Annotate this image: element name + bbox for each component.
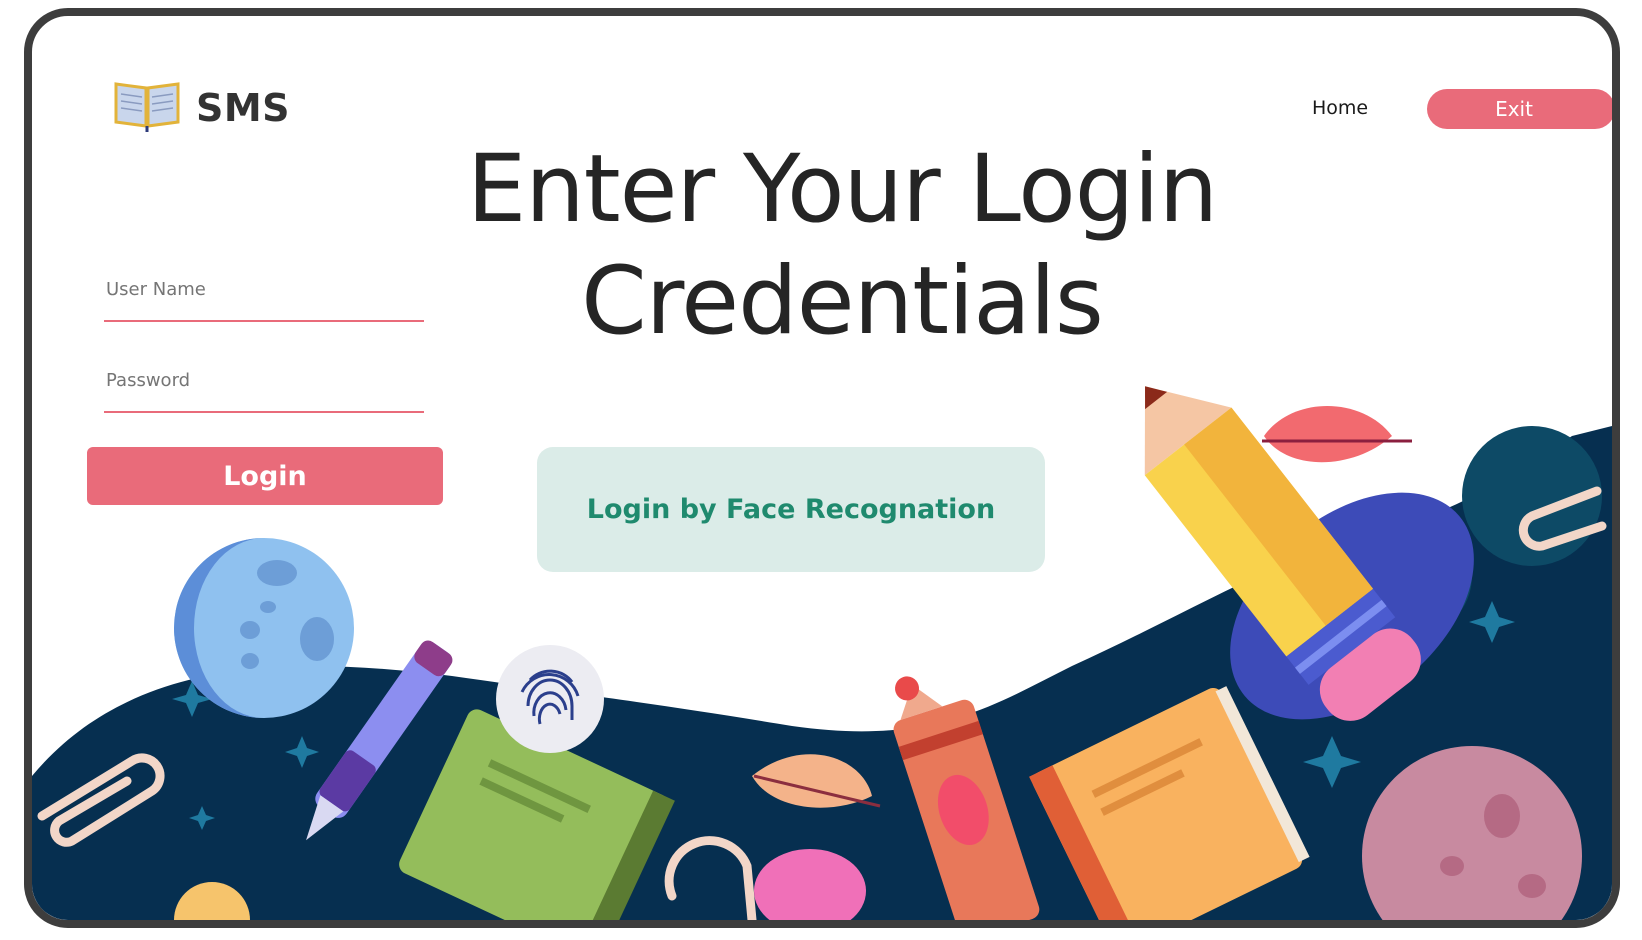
page-title-line2: Credentials (581, 247, 1104, 356)
fingerprint-emblem (496, 645, 604, 753)
password-field-wrapper (104, 362, 424, 413)
page-title: Enter Your Login Credentials (412, 134, 1272, 358)
password-input[interactable] (104, 362, 424, 413)
username-input[interactable] (104, 271, 424, 322)
username-field-wrapper (104, 271, 424, 322)
app-window: SMS Home Exit Enter Your Login Credentia… (24, 8, 1620, 928)
face-recognition-login-button[interactable]: Login by Face Recognation (537, 447, 1045, 572)
moon-planet (174, 538, 354, 718)
nav-home-link[interactable]: Home (1312, 97, 1368, 119)
login-button[interactable]: Login (87, 447, 443, 505)
page-title-line1: Enter Your Login (466, 135, 1218, 244)
brand-logo[interactable]: SMS (112, 78, 290, 137)
book-icon (112, 78, 182, 137)
brand-name: SMS (196, 85, 291, 130)
exit-button[interactable]: Exit (1427, 89, 1612, 129)
